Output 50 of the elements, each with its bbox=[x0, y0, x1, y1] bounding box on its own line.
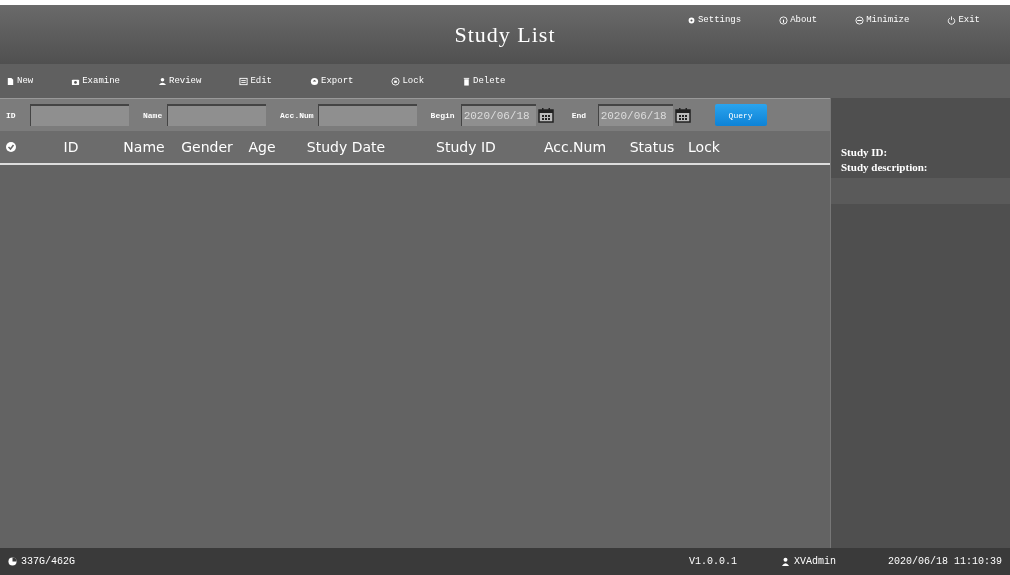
column-header[interactable]: Age bbox=[238, 139, 286, 155]
examine-button[interactable]: Examine bbox=[71, 76, 120, 86]
exit-button[interactable]: Exit bbox=[947, 15, 980, 25]
filter-field[interactable] bbox=[317, 104, 417, 126]
filter-label: Begin bbox=[430, 110, 455, 120]
date-time: 2020/06/18 11:10:39 bbox=[887, 556, 1002, 567]
window-title: Study List bbox=[454, 21, 556, 48]
settings-button[interactable]: Settings bbox=[686, 15, 742, 25]
column-header[interactable]: Study ID bbox=[406, 139, 526, 155]
study-id-label: Study ID: bbox=[840, 146, 889, 160]
filter-label: Name bbox=[143, 110, 163, 120]
filter-field[interactable] bbox=[30, 104, 129, 126]
minimize-icon bbox=[855, 15, 865, 25]
column-header[interactable]: Acc.Num bbox=[526, 139, 624, 155]
user-name: XVAdmin bbox=[793, 556, 836, 567]
lock-icon bbox=[391, 76, 401, 86]
column-header[interactable]: Study Date bbox=[286, 139, 406, 155]
person-icon bbox=[158, 76, 167, 86]
filter-label: ID bbox=[6, 110, 17, 120]
check-icon[interactable] bbox=[6, 142, 16, 152]
settings-icon bbox=[686, 15, 696, 25]
exit-icon bbox=[947, 15, 957, 25]
user-icon bbox=[780, 557, 790, 566]
version-text: V1.0.0.1 bbox=[688, 556, 737, 567]
export-button[interactable]: Export bbox=[310, 76, 354, 86]
description-label: Study description: bbox=[840, 161, 929, 175]
delete-button[interactable]: Delete bbox=[462, 76, 506, 86]
filter-label: End bbox=[571, 110, 588, 120]
column-header[interactable]: Lock bbox=[680, 139, 728, 155]
disk-usage: 337G/462G bbox=[21, 556, 75, 567]
new-button[interactable]: New bbox=[6, 76, 34, 86]
about-icon bbox=[779, 15, 789, 25]
column-header[interactable]: ID bbox=[30, 139, 112, 155]
filter-label: Acc.Num bbox=[280, 110, 314, 120]
review-button[interactable]: Review bbox=[158, 76, 202, 86]
document-icon bbox=[6, 76, 15, 86]
filter-field[interactable] bbox=[167, 104, 266, 126]
lock-button[interactable]: Lock bbox=[391, 76, 425, 86]
list-icon bbox=[239, 76, 249, 86]
calendar-icon[interactable] bbox=[537, 107, 554, 123]
column-header[interactable]: Name bbox=[112, 139, 176, 155]
disk-icon bbox=[8, 557, 17, 566]
query-button[interactable]: Query bbox=[714, 104, 767, 126]
delete-icon bbox=[462, 76, 472, 86]
edit-button[interactable]: Edit bbox=[239, 76, 273, 86]
about-button[interactable]: About bbox=[779, 15, 818, 25]
column-header[interactable]: Status bbox=[624, 139, 680, 155]
column-header[interactable]: Gender bbox=[176, 139, 238, 155]
minimize-button[interactable]: Minimize bbox=[855, 15, 910, 25]
calendar-icon[interactable] bbox=[674, 107, 691, 123]
